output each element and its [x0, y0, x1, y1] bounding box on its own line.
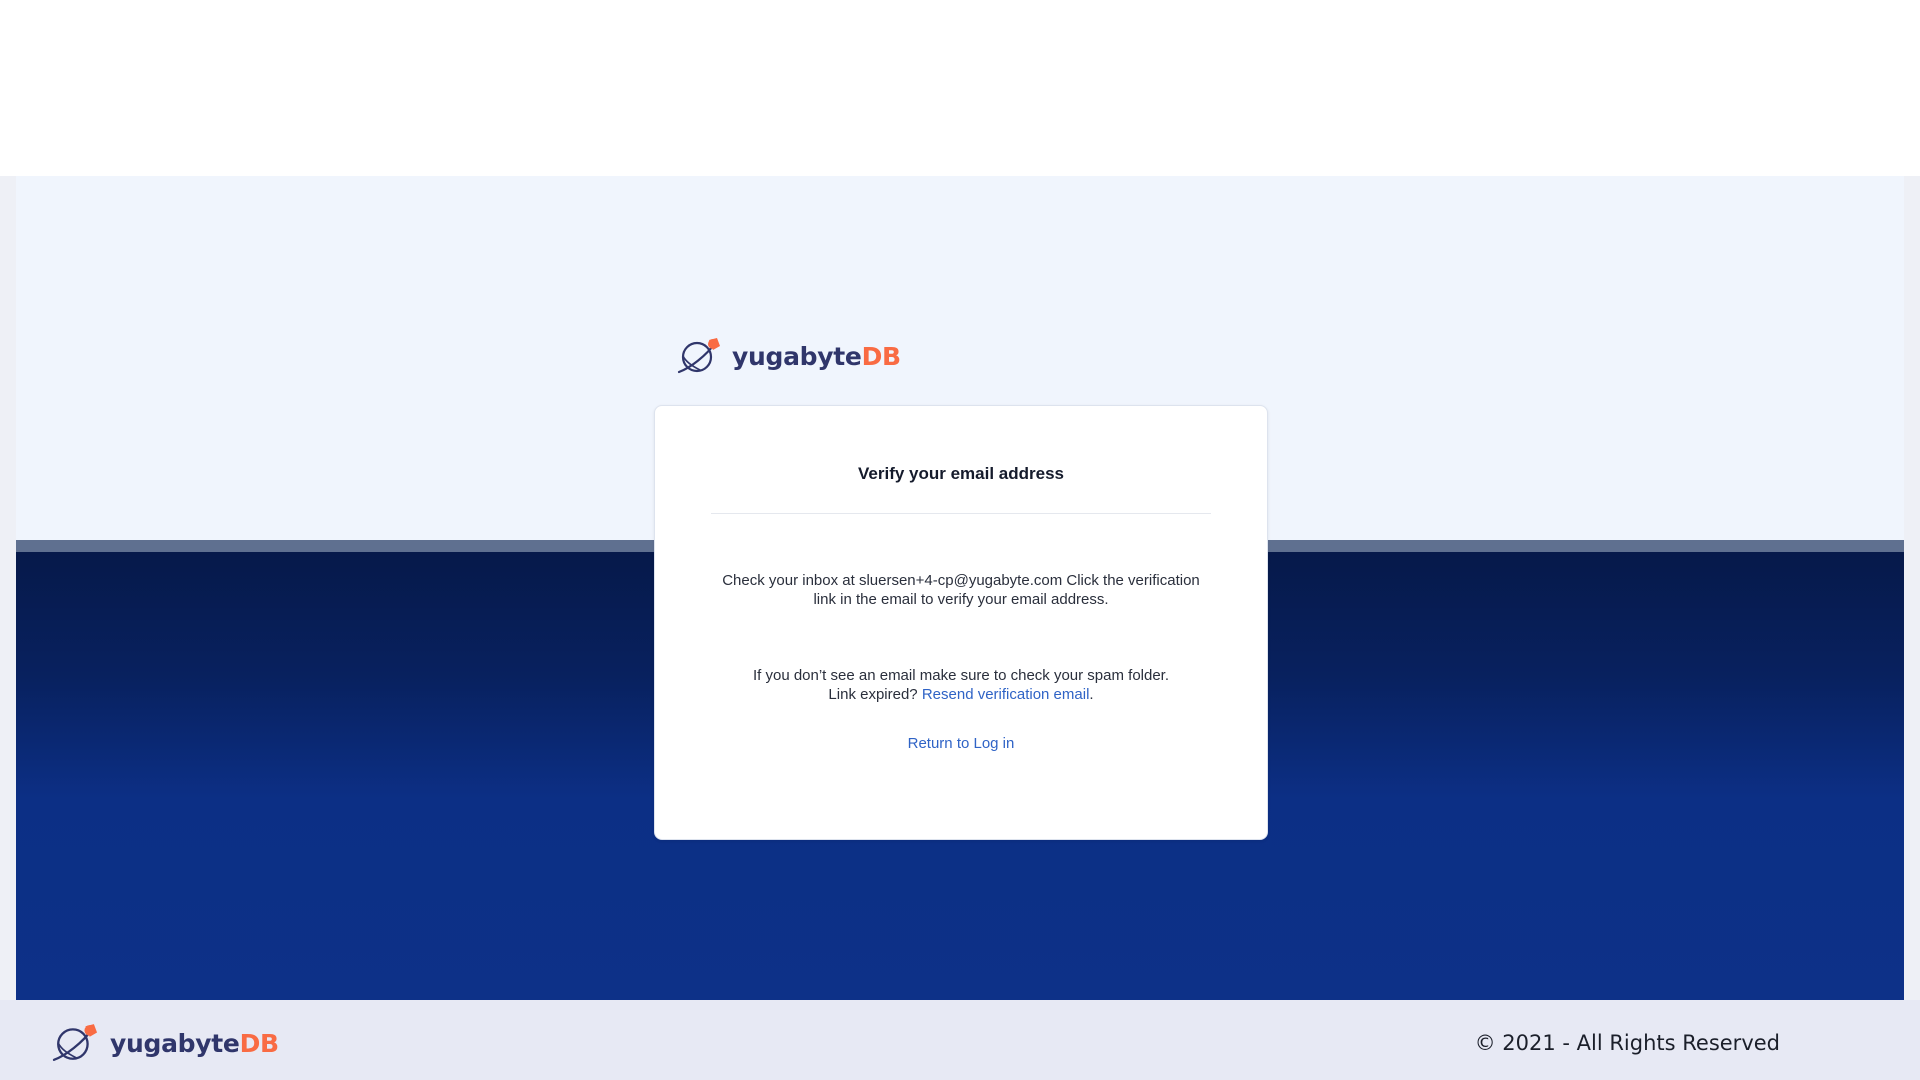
resend-verification-link[interactable]: Resend verification email	[922, 686, 1090, 703]
card-title: Verify your email address	[858, 464, 1064, 483]
header-logo: yugabyteDB	[676, 336, 901, 376]
spam-message-block: If you don’t see an email make sure to c…	[715, 666, 1207, 704]
footer-brand-wordmark: yugabyteDB	[110, 1029, 279, 1058]
brand-name-accent: DB	[239, 1028, 280, 1058]
footer-logo: yugabyteDB	[50, 1022, 279, 1064]
return-link-row: Return to Log in	[655, 735, 1267, 752]
brand-name-main: yugabyte	[732, 341, 862, 371]
resend-suffix: .	[1089, 686, 1094, 703]
top-white-band	[0, 0, 1920, 176]
link-expired-label: Link expired?	[828, 686, 918, 703]
left-gutter	[0, 176, 16, 1000]
brand-name-accent: DB	[861, 341, 902, 371]
yugabyte-planet-icon	[676, 336, 722, 376]
title-divider	[711, 513, 1211, 514]
spam-message: If you don’t see an email make sure to c…	[752, 667, 1170, 684]
brand-wordmark: yugabyteDB	[732, 342, 901, 371]
return-to-login-link[interactable]: Return to Log in	[908, 735, 1015, 752]
verify-email-card: Verify your email address Check your inb…	[654, 405, 1268, 840]
right-gutter	[1904, 176, 1920, 1000]
copyright-text: © 2021 - All Rights Reserved	[1474, 1031, 1780, 1055]
brand-name-main: yugabyte	[110, 1028, 240, 1058]
inbox-message: Check your inbox at sluersen+4-cp@yugaby…	[722, 572, 1200, 608]
yugabyte-planet-icon	[50, 1022, 100, 1064]
